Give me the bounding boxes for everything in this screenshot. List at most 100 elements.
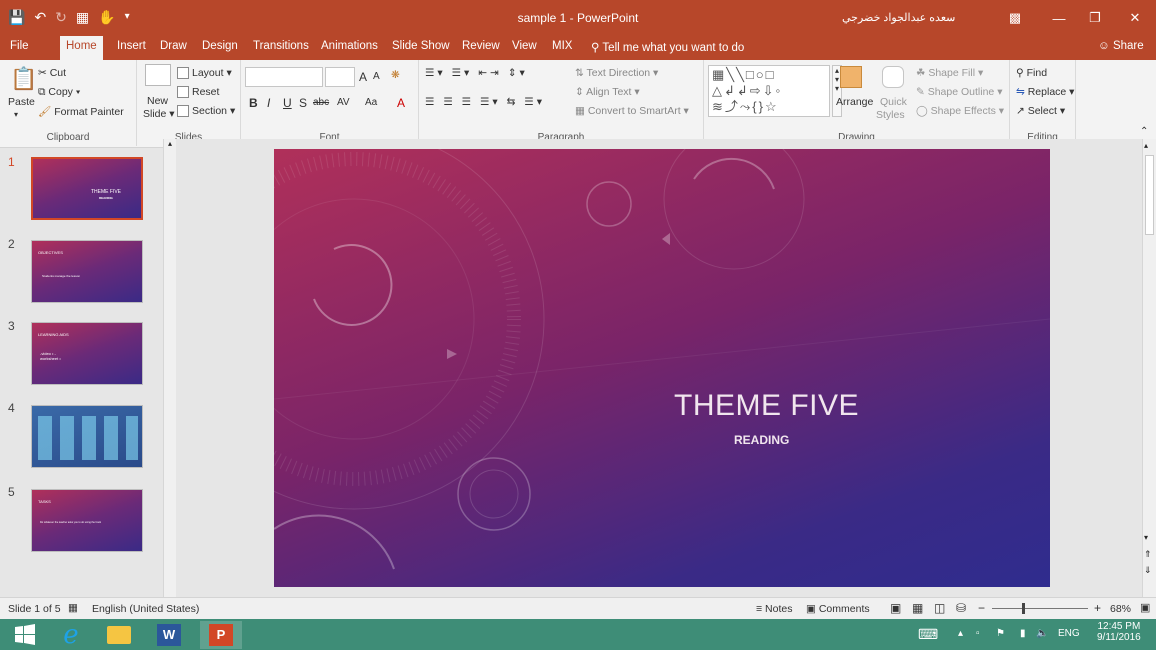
windows-start-icon[interactable] xyxy=(4,621,46,649)
slide-title[interactable]: THEME FIVE xyxy=(674,389,859,423)
arrange-icon[interactable] xyxy=(840,66,862,88)
italic-button[interactable]: I xyxy=(267,96,270,110)
slide-thumbnail-2[interactable]: OBJECTIVES Students manage the lesson xyxy=(31,240,143,303)
user-name[interactable]: سعده عبدالجواد خضرجي xyxy=(842,11,955,24)
share-button[interactable]: ☺ Share xyxy=(1098,40,1144,52)
arrange-button[interactable]: Arrange xyxy=(836,96,873,108)
alignment-buttons[interactable]: ☰ ☰ ☰ ☰▾ ⇆ ☰▾ xyxy=(425,96,545,108)
network-icon[interactable]: ▫ xyxy=(976,628,980,639)
font-size-combobox[interactable] xyxy=(325,67,355,87)
battery-icon[interactable]: ▮ xyxy=(1020,628,1026,639)
tab-animations[interactable]: Animations xyxy=(321,40,378,52)
find-button[interactable]: ⚲ Find xyxy=(1016,67,1047,79)
convert-smartart-button[interactable]: ▦ Convert to SmartArt ▾ xyxy=(575,105,689,117)
keyboard-icon[interactable]: ⌨ xyxy=(918,626,938,643)
new-slide-icon[interactable] xyxy=(145,64,171,86)
format-painter-button[interactable]: 🖌 Format Painter xyxy=(38,105,124,118)
scroll-up-icon[interactable]: ▴ xyxy=(164,139,176,151)
tab-design[interactable]: Design xyxy=(202,40,238,52)
slide-thumbnail-3[interactable]: LEARNING AIDS -video • -worksheet • xyxy=(31,322,143,385)
quick-styles-icon[interactable] xyxy=(882,66,904,88)
scroll-down-icon[interactable]: ▾ xyxy=(1144,533,1148,542)
tab-insert[interactable]: Insert xyxy=(117,40,146,52)
tab-transitions[interactable]: Transitions xyxy=(253,40,309,52)
new-slide-label-2[interactable]: Slide ▾ xyxy=(143,108,175,120)
reading-view-icon[interactable]: ◫ xyxy=(934,601,945,615)
notes-button[interactable]: ≡ Notes xyxy=(756,603,792,615)
copy-button[interactable]: ⧉ Copy ▾ xyxy=(38,86,80,99)
font-color-button[interactable]: A xyxy=(397,96,405,110)
shape-fill-button[interactable]: ☘ Shape Fill ▾ xyxy=(916,67,983,79)
slide-scrollbar[interactable]: ▴ ▾ ⇑ ⇓ xyxy=(1142,139,1156,607)
zoom-slider[interactable] xyxy=(992,608,1088,609)
slideshow-icon[interactable]: ⛁ xyxy=(956,601,966,615)
bold-button[interactable]: B xyxy=(249,96,258,110)
language-indicator[interactable]: ENG xyxy=(1058,628,1080,639)
strikethrough-button[interactable]: abc xyxy=(313,97,329,108)
tab-slide-show[interactable]: Slide Show xyxy=(392,40,450,52)
font-name-combobox[interactable] xyxy=(245,67,323,87)
scroll-up-icon[interactable]: ▴ xyxy=(1144,141,1148,150)
minimize-button[interactable]: — xyxy=(1044,8,1074,28)
previous-slide-icon[interactable]: ⇑ xyxy=(1144,549,1152,560)
flag-icon[interactable]: ⚑ xyxy=(996,628,1005,639)
quick-styles-button[interactable]: Quick xyxy=(880,96,907,108)
close-button[interactable]: ✕ xyxy=(1120,8,1150,28)
tab-draw[interactable]: Draw xyxy=(160,40,187,52)
tab-file[interactable]: File xyxy=(10,40,29,52)
slide-sorter-icon[interactable]: ▦ xyxy=(912,601,923,615)
internet-explorer-icon[interactable]: e xyxy=(50,620,92,650)
new-slide-button[interactable]: New xyxy=(147,95,168,107)
maximize-button[interactable]: ❐ xyxy=(1080,8,1110,28)
tab-review[interactable]: Review xyxy=(462,40,500,52)
tell-me-box[interactable]: ⚲ Tell me what you want to do xyxy=(591,40,744,54)
shadow-button[interactable]: S xyxy=(299,96,307,110)
scroll-thumb[interactable] xyxy=(1145,155,1154,235)
clock[interactable]: 12:45 PM 9/11/2016 xyxy=(1097,621,1141,643)
spelling-icon[interactable]: ▦ xyxy=(68,602,78,614)
tab-home[interactable]: Home xyxy=(60,36,103,60)
fit-to-window-icon[interactable]: ▣ xyxy=(1140,601,1150,614)
shrink-font-button[interactable]: A xyxy=(373,71,380,82)
slide-thumbnail-4[interactable] xyxy=(31,405,143,468)
thumbnail-scrollbar[interactable]: ▴ ▾ xyxy=(163,139,176,607)
shapes-gallery[interactable]: ▦╲╲□○□ △↲↲⇨⇩◦ ≋⤴⤳{}☆ xyxy=(708,65,830,117)
normal-view-icon[interactable]: ▣ xyxy=(890,601,901,615)
paste-icon[interactable]: 📋 xyxy=(10,66,37,92)
layout-button[interactable]: Layout ▾ xyxy=(177,67,232,80)
change-case-button[interactable]: Aa xyxy=(365,97,377,108)
clear-formatting-icon[interactable]: ❋ xyxy=(391,69,400,81)
shape-effects-button[interactable]: ◯ Shape Effects ▾ xyxy=(916,105,1004,117)
replace-button[interactable]: ⇋ Replace ▾ xyxy=(1016,86,1074,98)
ribbon-display-options-icon[interactable]: ▩ xyxy=(1000,8,1030,28)
current-slide[interactable]: THEME FIVE READING xyxy=(274,149,1050,587)
slide-subtitle[interactable]: READING xyxy=(734,433,789,447)
character-spacing-button[interactable]: AV xyxy=(337,97,350,108)
shape-outline-button[interactable]: ✎ Shape Outline ▾ xyxy=(916,86,1002,98)
language-status[interactable]: English (United States) xyxy=(92,603,199,615)
show-hidden-icons[interactable]: ▴ xyxy=(958,628,963,639)
collapse-ribbon-icon[interactable]: ⌃ xyxy=(1140,126,1148,137)
tab-mix[interactable]: MIX xyxy=(552,40,572,52)
cut-button[interactable]: ✂ Cut xyxy=(38,67,66,79)
file-explorer-icon[interactable] xyxy=(98,621,140,649)
select-button[interactable]: ↗ Select ▾ xyxy=(1016,105,1065,117)
tab-view[interactable]: View xyxy=(512,40,537,52)
paste-dropdown-icon[interactable]: ▾ xyxy=(14,110,18,119)
zoom-out-icon[interactable]: − xyxy=(978,601,985,615)
text-direction-button[interactable]: ⇅ Text Direction ▾ xyxy=(575,67,658,79)
reset-button[interactable]: Reset xyxy=(177,86,219,99)
quick-styles-label-2[interactable]: Styles xyxy=(876,109,905,121)
section-button[interactable]: Section ▾ xyxy=(177,105,235,118)
list-buttons[interactable]: ☰▾ ☰▾ ⇤⇥ ⇕▾ xyxy=(425,67,528,79)
word-icon[interactable]: W xyxy=(148,621,190,649)
zoom-in-icon[interactable]: + xyxy=(1094,601,1101,615)
grow-font-button[interactable]: A xyxy=(359,70,367,84)
align-text-button[interactable]: ⇕ Align Text ▾ xyxy=(575,86,640,98)
slide-thumbnail-5[interactable]: TASKS Do whatever the teacher asks you t… xyxy=(31,489,143,552)
zoom-level[interactable]: 68% xyxy=(1110,603,1131,615)
comments-button[interactable]: ▣ Comments xyxy=(806,603,870,615)
volume-icon[interactable]: 🔈 xyxy=(1036,628,1048,639)
zoom-slider-thumb[interactable] xyxy=(1021,603,1025,614)
underline-button[interactable]: U xyxy=(283,96,292,110)
